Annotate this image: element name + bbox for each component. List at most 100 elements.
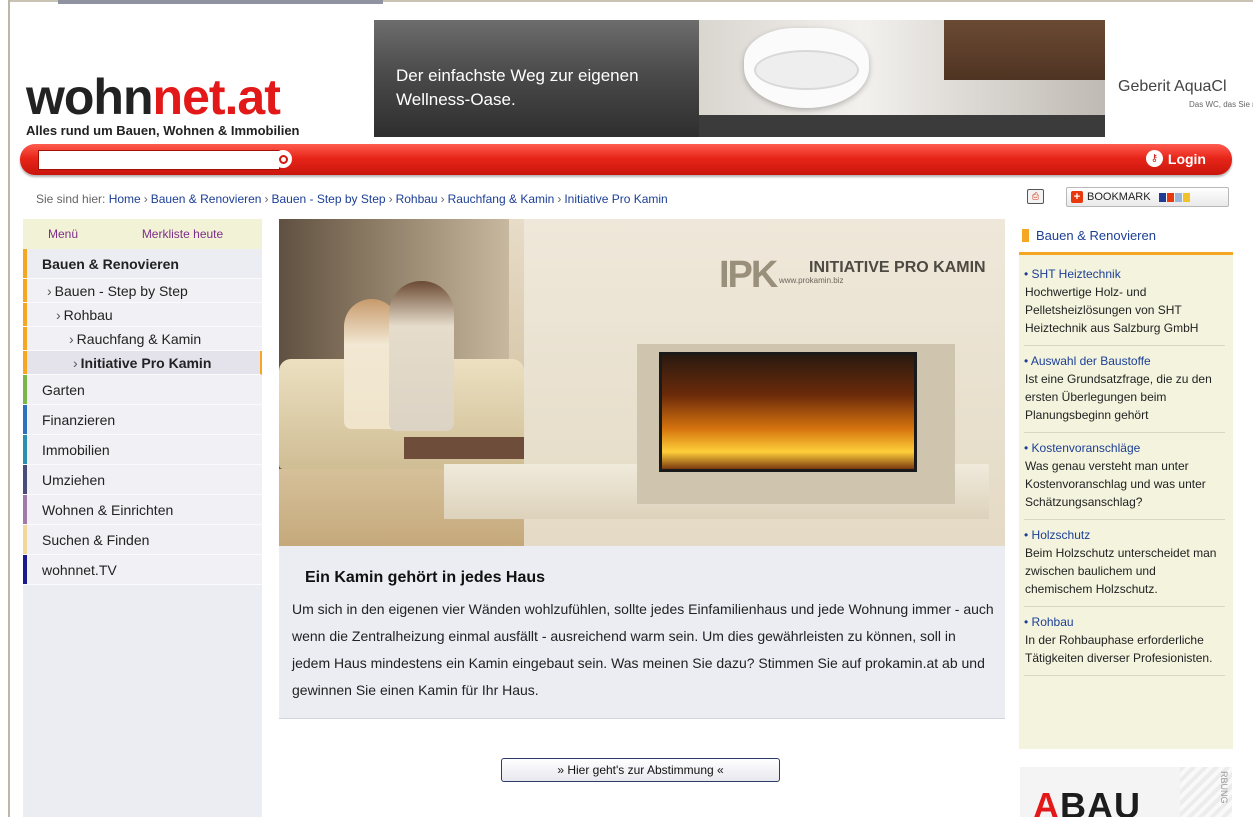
sidebar-item-wohnen-einrichten[interactable]: Wohnen & Einrichten (23, 495, 262, 525)
chevron-right-icon: › (47, 283, 52, 299)
sidebar-item-wohnnet-tv[interactable]: wohnnet.TV (23, 555, 262, 585)
right-sidebar: Bauen & Renovieren • SHT Heiztechnik Hoc… (1019, 219, 1233, 749)
breadcrumb-separator: › (264, 192, 269, 206)
sidebar-item-label: Suchen & Finden (42, 532, 150, 548)
plus-icon: + (1071, 191, 1083, 203)
article-title: Ein Kamin gehört in jedes Haus (305, 569, 546, 586)
list-item-title: Holzschutz (1031, 528, 1091, 542)
ipk-logo-url: www.prokamin.biz (779, 276, 844, 285)
section-color-bar (23, 525, 27, 554)
hero-fireplace-fire (659, 352, 917, 472)
vote-button[interactable]: » Hier geht's zur Abstimmung « (501, 758, 780, 782)
sidebar-subitem-initiative-pro-kamin[interactable]: › Initiative Pro Kamin (23, 351, 262, 375)
search-button[interactable] (274, 150, 292, 168)
section-color-bar (23, 375, 27, 404)
chevron-right-icon: › (56, 307, 61, 323)
sidebar-item-label: Bauen & Renovieren (42, 256, 179, 272)
list-item-text: Hochwertige Holz- und Pelletsheizlösunge… (1025, 285, 1199, 335)
abau-ad-logo: ABAU (1033, 785, 1141, 817)
banner-headline-line1: Der einfachste Weg zur eigenen (396, 66, 639, 85)
section-color-bar (23, 327, 27, 350)
sidebar-subitem-label: Rauchfang & Kamin (76, 331, 202, 347)
logo-part-2: net.at (152, 69, 281, 125)
list-item-link[interactable]: • Rohbau (1024, 614, 1225, 631)
list-item-text: Was genau versteht man unter Kostenvoran… (1025, 459, 1206, 509)
breadcrumb: Sie sind hier: Home › Bauen & Renovieren › B… (36, 192, 668, 206)
sidebar-item-umziehen[interactable]: Umziehen (23, 465, 262, 495)
sidebar-item-label: Immobilien (42, 442, 110, 458)
sidebar-subitem-label: Bauen - Step by Step (54, 283, 188, 299)
list-item: • Holzschutz Beim Holzschutz unterscheid… (1024, 524, 1225, 607)
list-item: • SHT Heiztechnik Hochwertige Holz- und … (1024, 263, 1225, 346)
window-top-accent (58, 0, 383, 4)
article: Ein Kamin gehört in jedes Haus Um sich i… (279, 546, 1005, 719)
list-item: • Kostenvoranschläge Was genau versteht … (1024, 437, 1225, 520)
sidebar-item-label: Finanzieren (42, 412, 116, 428)
sidebar-subitem-rauchfang-kamin[interactable]: › Rauchfang & Kamin (23, 327, 262, 351)
breadcrumb-separator: › (388, 192, 393, 206)
sidebar-subitem-step-by-step[interactable]: › Bauen - Step by Step (23, 279, 262, 303)
list-item-text: Ist eine Grundsatzfrage, die zu den erst… (1025, 372, 1212, 422)
banner-wood-panel (944, 20, 1105, 80)
banner-headline-line2: Wellness-Oase. (396, 90, 516, 109)
list-item-link[interactable]: • Auswahl der Baustoffe (1024, 353, 1225, 370)
sidebar-item-suchen-finden[interactable]: Suchen & Finden (23, 525, 262, 555)
sidebar-subitem-label: Initiative Pro Kamin (80, 355, 212, 371)
tab-merkliste[interactable]: Merkliste heute (103, 219, 262, 249)
breadcrumb-separator: › (557, 192, 562, 206)
key-icon: ⚷ (1145, 150, 1163, 167)
sidebar-item-finanzieren[interactable]: Finanzieren (23, 405, 262, 435)
logo-part-1: wohn (26, 69, 154, 125)
search-icon (278, 154, 288, 164)
breadcrumb-home[interactable]: Home (109, 192, 141, 206)
site-logo[interactable]: wohnnet.at Alles rund um Bauen, Wohnen &… (26, 72, 371, 138)
list-item-title: Auswahl der Baustoffe (1030, 354, 1151, 368)
banner-ad[interactable]: Der einfachste Weg zur eigenen Wellness-… (374, 20, 1253, 137)
banner-brand-name: Geberit AquaCl (1118, 78, 1227, 95)
sidebar-item-garten[interactable]: Garten (23, 375, 262, 405)
bookmark-button[interactable]: + BOOKMARK (1066, 187, 1229, 207)
breadcrumb-rohbau[interactable]: Rohbau (396, 192, 438, 206)
article-body: Um sich in den eigenen vier Wänden wohlz… (292, 601, 994, 698)
breadcrumb-rauchfang-kamin[interactable]: Rauchfang & Kamin (448, 192, 555, 206)
list-item: • Rohbau In der Rohbauphase erforderlich… (1024, 611, 1225, 676)
list-item-link[interactable]: • Kostenvoranschläge (1024, 440, 1225, 457)
list-item-link[interactable]: • SHT Heiztechnik (1024, 266, 1225, 283)
sidebar-item-immobilien[interactable]: Immobilien (23, 435, 262, 465)
logo-tagline: Alles rund um Bauen, Wohnen & Immobilien (26, 123, 300, 138)
section-color-bar (23, 249, 27, 278)
section-marker-icon (1022, 229, 1029, 242)
sidebar-item-label: Umziehen (42, 472, 106, 488)
sidebar-tabs: Menü Merkliste heute (23, 219, 262, 249)
breadcrumb-step-by-step[interactable]: Bauen - Step by Step (271, 192, 385, 206)
breadcrumb-current[interactable]: Initiative Pro Kamin (564, 192, 667, 206)
section-color-bar (23, 465, 27, 494)
list-item-link[interactable]: • Holzschutz (1024, 527, 1225, 544)
tab-menu[interactable]: Menü (23, 219, 103, 249)
sidebar-subitem-rohbau[interactable]: › Rohbau (23, 303, 262, 327)
abau-ad[interactable]: ABAU RBUNG (1020, 767, 1232, 817)
sidebar-item-label: Garten (42, 382, 85, 398)
right-sidebar-rule (1019, 252, 1233, 255)
section-color-bar (23, 405, 27, 434)
right-link-list: • SHT Heiztechnik Hochwertige Holz- und … (1024, 263, 1225, 680)
search-input[interactable] (38, 150, 280, 170)
ipk-logo-letters: IPK (719, 254, 778, 296)
hero-image: IPK INITIATIVE PRO KAMIN www.prokamin.bi… (279, 219, 1005, 546)
logo-wordmark: wohnnet.at (26, 72, 371, 122)
social-icon (1158, 192, 1166, 202)
login-button[interactable]: ⚷ Login (1145, 150, 1206, 167)
print-icon[interactable]: ⎙ (1027, 189, 1044, 204)
right-sidebar-title[interactable]: Bauen & Renovieren (1036, 228, 1156, 243)
ipk-logo-text: INITIATIVE PRO KAMIN (809, 259, 986, 276)
breadcrumb-bauen-renovieren[interactable]: Bauen & Renovieren (151, 192, 262, 206)
banner-toilet-seat (754, 50, 859, 90)
chevron-right-icon: › (69, 331, 74, 347)
social-icon (1174, 192, 1182, 202)
social-icons (1158, 192, 1190, 202)
sidebar-item-label: Wohnen & Einrichten (42, 502, 174, 518)
abau-ad-vertical-text: RBUNG (1219, 771, 1229, 804)
sidebar-item-bauen-renovieren[interactable]: Bauen & Renovieren (23, 249, 262, 279)
top-nav-bar: ⚷ Login (20, 144, 1232, 175)
sidebar-nav: Menü Merkliste heute Bauen & Renovieren … (23, 219, 262, 817)
